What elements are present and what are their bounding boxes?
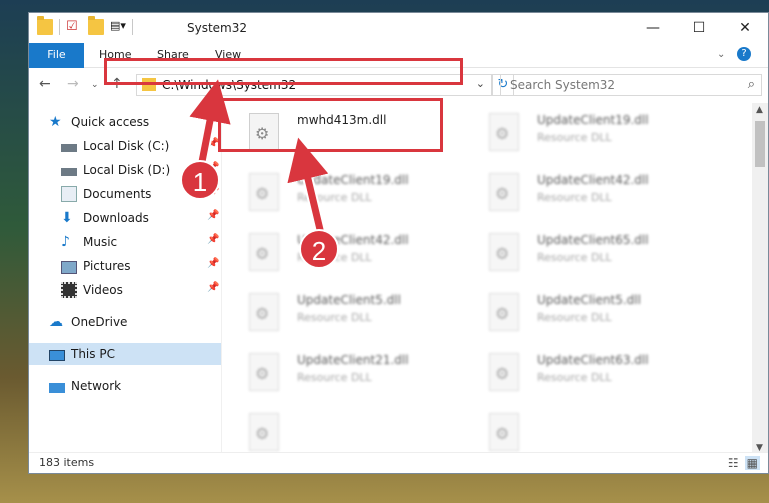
file-item[interactable]: UpdateClient63.dll Resource DLL: [469, 345, 699, 401]
dll-file-icon: [489, 353, 519, 391]
title-bar: ☑ ▤▾ System32 — ☐ ✕: [29, 13, 768, 43]
sidebar-item-pictures[interactable]: Pictures: [61, 255, 131, 277]
file-item[interactable]: UpdateClient19.dll Resource DLL: [229, 165, 459, 221]
sidebar-item-music[interactable]: ♪ Music: [61, 231, 117, 253]
back-button[interactable]: ←: [39, 76, 51, 92]
sidebar-item-network[interactable]: Network: [49, 375, 121, 397]
close-button[interactable]: ✕: [722, 13, 768, 43]
computer-icon: [49, 349, 65, 361]
drive-icon: [61, 144, 77, 152]
minimize-button[interactable]: —: [630, 13, 676, 43]
pin-icon[interactable]: 📌: [207, 258, 219, 269]
folder-icon: [37, 16, 53, 35]
properties-icon[interactable]: ☑: [66, 19, 82, 35]
navigation-pane: ★ Quick access Local Disk (C:) 📌 Local D…: [29, 103, 221, 455]
callout-badge-1: 1: [180, 160, 220, 200]
network-icon: [49, 382, 65, 393]
expand-ribbon-icon[interactable]: ⌄: [717, 43, 725, 67]
file-highlight: [218, 98, 443, 152]
download-icon: ⬇: [61, 210, 73, 226]
pin-icon[interactable]: 📌: [207, 282, 219, 293]
pin-icon[interactable]: 📌: [207, 234, 219, 245]
dll-file-icon: [489, 233, 519, 271]
dll-file-icon: [249, 353, 279, 391]
pictures-icon: [61, 260, 77, 274]
search-input[interactable]: Search System32 ⌕: [500, 74, 762, 96]
file-item[interactable]: UpdateClient21.dll Resource DLL: [229, 345, 459, 401]
sidebar-item-local-disk-d[interactable]: Local Disk (D:): [61, 159, 170, 181]
sidebar-item-quick-access[interactable]: ★ Quick access: [49, 111, 149, 133]
chevron-down-icon[interactable]: ⌄: [476, 77, 485, 90]
cloud-icon: ☁: [49, 314, 63, 330]
sidebar-item-downloads[interactable]: ⬇ Downloads: [61, 207, 149, 229]
vertical-scrollbar[interactable]: ▲ ▼: [752, 103, 768, 455]
sidebar-item-this-pc[interactable]: This PC: [29, 343, 221, 365]
dll-file-icon: [249, 173, 279, 211]
dll-file-icon: [249, 293, 279, 331]
videos-icon: [61, 282, 77, 298]
file-item[interactable]: UpdateClient42.dll Resource DLL: [229, 225, 459, 281]
file-item[interactable]: UpdateClient5.dll Resource DLL: [229, 285, 459, 341]
dll-file-icon: [249, 233, 279, 271]
file-item[interactable]: UpdateClient65.dll Resource DLL: [469, 225, 699, 281]
scroll-up-icon[interactable]: ▲: [756, 105, 763, 115]
scroll-thumb[interactable]: [755, 121, 765, 167]
callout-badge-2: 2: [299, 229, 339, 269]
status-bar: 183 items ☷ ▦: [29, 452, 768, 473]
dll-file-icon: [489, 293, 519, 331]
search-placeholder: Search System32: [510, 78, 616, 92]
music-icon: ♪: [61, 234, 70, 250]
sidebar-item-onedrive[interactable]: ☁ OneDrive: [49, 311, 127, 333]
address-bar-highlight: [104, 58, 463, 85]
forward-button[interactable]: →: [67, 76, 79, 92]
dll-file-icon: [489, 113, 519, 151]
file-list: mwhd413m.dll UpdateClient19.dll Resource…: [229, 105, 737, 455]
file-item[interactable]: UpdateClient5.dll Resource DLL: [469, 285, 699, 341]
recent-locations-icon[interactable]: ⌄: [91, 80, 99, 90]
dll-file-icon: [249, 413, 279, 451]
dll-file-icon: [489, 173, 519, 211]
pin-icon[interactable]: 📌: [207, 210, 219, 221]
details-view-icon[interactable]: ☷: [728, 456, 739, 470]
help-icon[interactable]: ?: [737, 47, 751, 61]
new-folder-icon[interactable]: [88, 16, 104, 35]
large-icons-view-icon[interactable]: ▦: [744, 456, 760, 470]
search-icon: ⌕: [747, 77, 755, 92]
file-item[interactable]: UpdateClient19.dll Resource DLL: [469, 105, 699, 161]
star-icon: ★: [49, 114, 62, 130]
customize-toolbar-icon[interactable]: ▤▾: [110, 19, 126, 35]
quick-access-toolbar: ☑ ▤▾: [37, 16, 133, 35]
file-item[interactable]: [229, 405, 459, 451]
window-title: System32: [187, 21, 248, 35]
dll-file-icon: [489, 413, 519, 451]
maximize-button[interactable]: ☐: [676, 13, 722, 43]
sidebar-item-local-disk-c[interactable]: Local Disk (C:): [61, 135, 169, 157]
sidebar-item-documents[interactable]: Documents: [61, 183, 151, 205]
file-item[interactable]: UpdateClient42.dll Resource DLL: [469, 165, 699, 221]
drive-icon: [61, 168, 77, 176]
sidebar-item-videos[interactable]: Videos: [61, 279, 123, 301]
documents-icon: [61, 186, 77, 202]
file-item[interactable]: [469, 405, 699, 451]
item-count: 183 items: [39, 456, 95, 469]
